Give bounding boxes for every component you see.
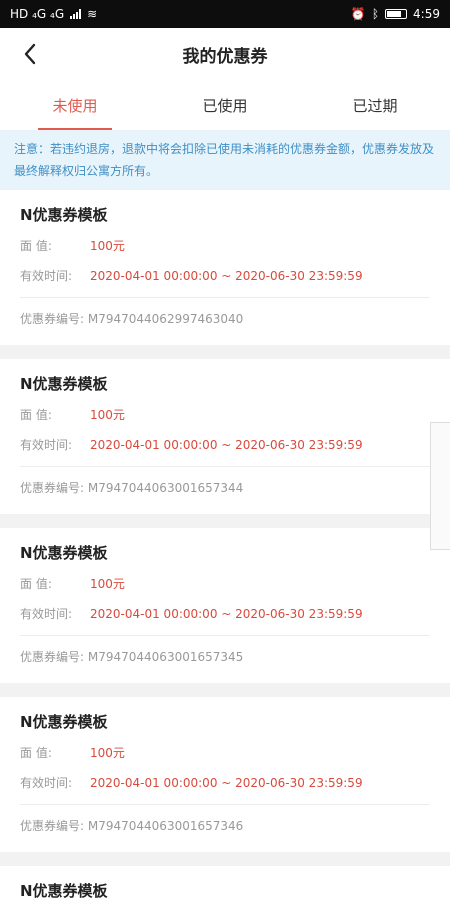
coupon-card[interactable]: N优惠券模板 面 值: 100元 有效时间: 2020-04-01 00:00:… xyxy=(0,190,450,345)
coupon-value: 100元 xyxy=(90,239,125,253)
coupon-valid-time: 2020-04-01 00:00:00 ~ 2020-06-30 23:59:5… xyxy=(90,438,363,452)
coupon-value: 100元 xyxy=(90,577,125,591)
coupon-title: N优惠券模板 xyxy=(20,544,108,562)
valid-time-label: 有效时间: xyxy=(20,607,73,621)
coupon-code-label: 优惠券编号: xyxy=(20,819,85,833)
status-bar: HD ₄G ₄G ≋ ⏰ ᛒ 4:59 xyxy=(0,0,450,28)
coupon-valid-row: 有效时间: 2020-04-01 00:00:00 ~ 2020-06-30 2… xyxy=(20,774,430,792)
coupon-code: M7947044063001657344 xyxy=(87,481,244,495)
tab-unused[interactable]: 未使用 xyxy=(0,80,150,130)
coupon-valid-time: 2020-04-01 00:00:00 ~ 2020-06-30 23:59:5… xyxy=(90,776,363,790)
coupon-title: N优惠券模板 xyxy=(20,206,108,224)
chevron-left-icon xyxy=(24,43,36,65)
coupon-value: 100元 xyxy=(90,746,125,760)
status-left: HD ₄G ₄G ≋ xyxy=(10,7,97,21)
coupon-value-row: 面 值: 100元 xyxy=(20,744,430,762)
tab-expired-label: 已过期 xyxy=(352,96,398,115)
coupon-valid-time: 2020-04-01 00:00:00 ~ 2020-06-30 23:59:5… xyxy=(90,269,363,283)
divider xyxy=(20,804,430,805)
face-value-label: 面 值: xyxy=(20,239,52,253)
status-right: ⏰ ᛒ 4:59 xyxy=(351,7,440,21)
coupon-card[interactable]: N优惠券模板 面 值: 100元 有效时间: 2020-04-01 00:00:… xyxy=(0,697,450,852)
page-title: 我的优惠券 xyxy=(182,46,268,67)
divider xyxy=(20,635,430,636)
coupon-code-label: 优惠券编号: xyxy=(20,650,85,664)
wifi-icon: ≋ xyxy=(87,7,98,21)
battery-icon xyxy=(385,9,408,19)
tab-expired[interactable]: 已过期 xyxy=(300,80,450,130)
coupon-valid-time: 2020-04-01 00:00:00 ~ 2020-06-30 23:59:5… xyxy=(90,607,363,621)
tab-unused-label: 未使用 xyxy=(52,96,98,115)
coupon-title: N优惠券模板 xyxy=(20,713,108,731)
alarm-icon: ⏰ xyxy=(350,7,366,21)
coupon-title: N优惠券模板 xyxy=(20,882,108,900)
coupon-valid-row: 有效时间: 2020-04-01 00:00:00 ~ 2020-06-30 2… xyxy=(20,436,430,454)
coupon-code-label: 优惠券编号: xyxy=(20,481,85,495)
tab-bar: 未使用 已使用 已过期 xyxy=(0,80,450,130)
coupon-code-row: 优惠券编号: M7947044063001657345 xyxy=(20,648,430,665)
side-scroll-handle[interactable] xyxy=(430,422,450,550)
notice-banner: 注意：若违约退房，退款中将会扣除已使用未消耗的优惠券金额，优惠券发放及最终解释权… xyxy=(0,130,450,190)
face-value-label: 面 值: xyxy=(20,746,52,760)
coupon-code: M7947044063001657345 xyxy=(87,650,244,664)
coupon-code: M7947044063001657346 xyxy=(87,819,244,833)
face-value-label: 面 值: xyxy=(20,408,52,422)
coupon-title: N优惠券模板 xyxy=(20,375,108,393)
coupon-value-row: 面 值: 100元 xyxy=(20,406,430,424)
back-button[interactable] xyxy=(16,40,44,68)
coupon-card[interactable]: N优惠券模板 面 值: 100元 有效时间: 2020-04-01 00:00:… xyxy=(0,528,450,683)
coupon-code-label: 优惠券编号: xyxy=(20,312,85,326)
coupon-code: M7947044062997463040 xyxy=(87,312,244,326)
coupon-value: 100元 xyxy=(90,408,125,422)
valid-time-label: 有效时间: xyxy=(20,776,73,790)
tab-used-label: 已使用 xyxy=(202,96,248,115)
tab-used[interactable]: 已使用 xyxy=(150,80,300,130)
active-tab-indicator xyxy=(38,128,112,130)
header: 我的优惠券 xyxy=(0,28,450,80)
face-value-label: 面 值: xyxy=(20,577,52,591)
signal-icon xyxy=(70,9,82,19)
status-network-text: HD ₄G ₄G xyxy=(10,7,65,21)
valid-time-label: 有效时间: xyxy=(20,269,73,283)
coupon-card[interactable]: N优惠券模板 xyxy=(0,866,450,916)
coupon-value-row: 面 值: 100元 xyxy=(20,237,430,255)
coupon-list: N优惠券模板 面 值: 100元 有效时间: 2020-04-01 00:00:… xyxy=(0,190,450,916)
coupon-valid-row: 有效时间: 2020-04-01 00:00:00 ~ 2020-06-30 2… xyxy=(20,605,430,623)
divider xyxy=(20,466,430,467)
bluetooth-icon: ᛒ xyxy=(371,7,380,21)
coupon-value-row: 面 值: 100元 xyxy=(20,575,430,593)
coupon-card[interactable]: N优惠券模板 面 值: 100元 有效时间: 2020-04-01 00:00:… xyxy=(0,359,450,514)
coupon-code-row: 优惠券编号: M7947044063001657344 xyxy=(20,479,430,496)
status-time: 4:59 xyxy=(413,7,440,21)
coupon-code-row: 优惠券编号: M7947044062997463040 xyxy=(20,310,430,327)
valid-time-label: 有效时间: xyxy=(20,438,73,452)
coupon-valid-row: 有效时间: 2020-04-01 00:00:00 ~ 2020-06-30 2… xyxy=(20,267,430,285)
divider xyxy=(20,297,430,298)
coupon-code-row: 优惠券编号: M7947044063001657346 xyxy=(20,817,430,834)
